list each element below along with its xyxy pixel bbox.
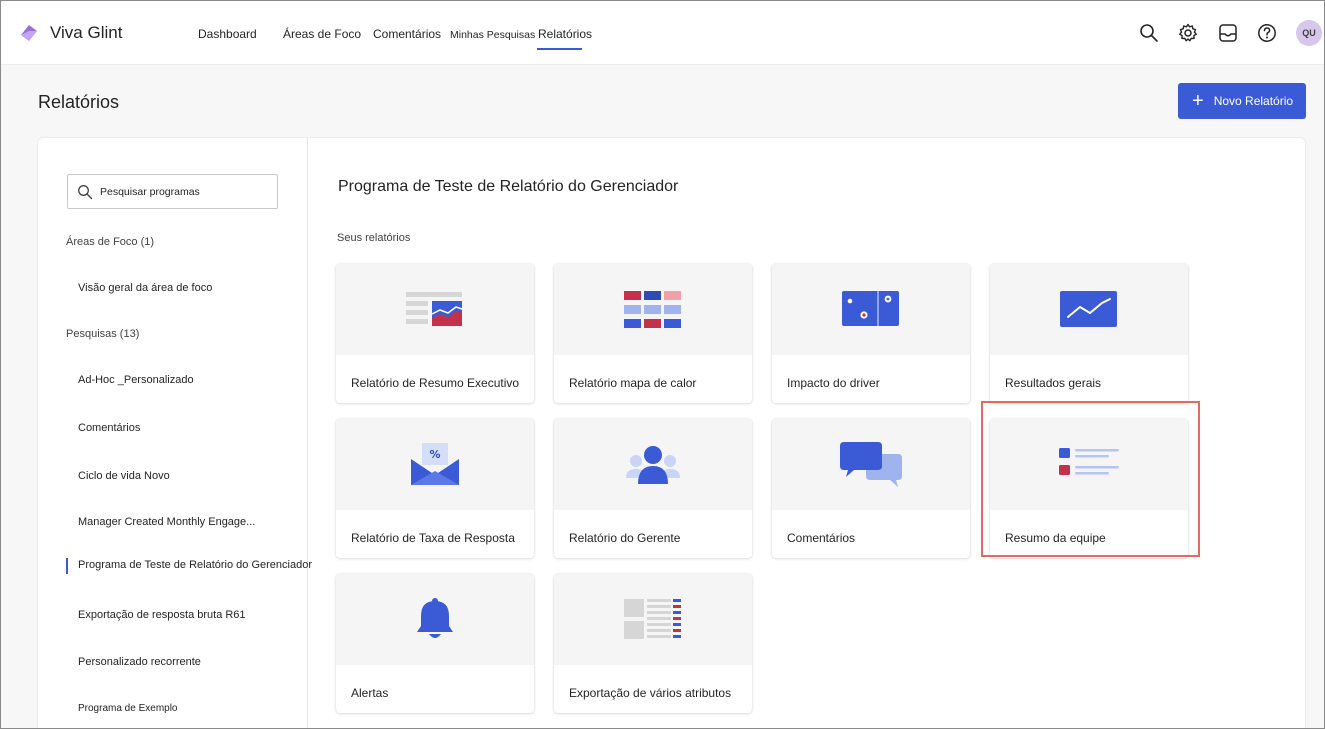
sidebar-item-personalizado[interactable]: Personalizado recorrente — [78, 656, 201, 668]
report-card-manager[interactable]: Relatório do Gerente — [554, 419, 752, 558]
sidebar-item-visao-geral[interactable]: Visão geral da área de foco — [78, 282, 212, 294]
sidebar-item-ciclo-de-vida[interactable]: Ciclo de vida Novo — [78, 470, 170, 482]
page-title: Relatórios — [38, 92, 120, 112]
viva-glint-logo-icon — [21, 25, 37, 41]
program-title: Programa de Teste de Relatório do Gerenc… — [338, 178, 679, 195]
new-report-button[interactable]: + Novo Relatório — [1178, 83, 1306, 119]
sidebar-item-manager-created[interactable]: Manager Created Monthly Engage... — [78, 516, 255, 528]
sidebar-item-ad-hoc[interactable]: Ad-Hoc _Personalizado — [78, 374, 194, 386]
executive-summary-icon — [406, 291, 463, 326]
people-group-icon — [626, 445, 680, 484]
nav-areas-de-foco[interactable]: Áreas de Foco — [283, 27, 361, 41]
report-card-executive-summary[interactable]: Relatório de Resumo Executivo — [336, 264, 534, 403]
app-title: Viva Glint — [50, 23, 123, 42]
report-card-heatmap[interactable]: Relatório mapa de calor — [554, 264, 752, 403]
driver-impact-icon — [842, 290, 899, 326]
card-label: Resultados gerais — [1005, 376, 1102, 390]
sidebar-item-comentarios[interactable]: Comentários — [78, 422, 140, 434]
section-pesquisas: Pesquisas (13) — [66, 328, 140, 340]
report-card-overall-results[interactable]: Resultados gerais — [990, 264, 1188, 403]
nav-comentarios[interactable]: Comentários — [373, 27, 441, 41]
nav-active-indicator — [537, 48, 582, 50]
section-areas-de-foco: Áreas de Foco (1) — [66, 236, 155, 248]
card-label: Impacto do driver — [787, 376, 880, 390]
heatmap-icon — [624, 290, 681, 328]
card-label: Exportação de vários atributos — [569, 686, 732, 700]
sidebar-item-exportacao-bruta[interactable]: Exportação de resposta bruta R61 — [78, 609, 246, 621]
new-report-label: Novo Relatório — [1213, 94, 1294, 108]
report-card-response-rate[interactable]: % Relatório de Taxa de Resposta — [336, 419, 534, 558]
program-search-box[interactable] — [67, 174, 278, 209]
report-card-multi-attribute-export[interactable]: Exportação de vários atributos — [554, 574, 752, 713]
nav-minhas-pesquisas[interactable]: Minhas Pesquisas — [450, 29, 535, 41]
card-label: Comentários — [787, 531, 856, 545]
card-label: Relatório do Gerente — [569, 531, 681, 545]
programs-sidebar: Áreas de Foco (1) Visão geral da área de… — [38, 138, 312, 728]
search-icon — [78, 185, 93, 200]
sidebar-item-programa-teste[interactable]: Programa de Teste de Relatório do Gerenc… — [78, 559, 312, 571]
report-card-driver-impact[interactable]: Impacto do driver — [772, 264, 970, 403]
gear-icon[interactable] — [1177, 22, 1199, 44]
help-icon[interactable] — [1256, 22, 1278, 44]
card-label: Alertas — [351, 686, 389, 700]
card-label: Relatório mapa de calor — [569, 376, 697, 390]
app-window: Viva Glint Dashboard Áreas de Foco Comen… — [0, 0, 1325, 729]
top-bar: Viva Glint Dashboard Áreas de Foco Comen… — [1, 1, 1324, 65]
your-reports-heading: Seus relatórios — [337, 232, 411, 244]
card-label: Relatório de Taxa de Resposta — [351, 531, 515, 545]
trend-chart-icon — [1060, 290, 1117, 327]
sidebar-item-programa-exemplo[interactable]: Programa de Exemplo — [78, 703, 178, 714]
program-search-input[interactable] — [100, 183, 270, 201]
inbox-icon[interactable] — [1217, 22, 1239, 44]
svg-text:%: % — [429, 448, 440, 461]
chat-bubbles-icon — [840, 441, 902, 487]
avatar[interactable]: QU — [1296, 20, 1322, 46]
nav-dashboard[interactable]: Dashboard — [198, 27, 257, 41]
highlight-outline — [981, 401, 1200, 557]
nav-relatorios[interactable]: Relatórios — [538, 27, 592, 41]
bell-icon — [417, 597, 453, 638]
multi-attribute-export-icon — [624, 598, 681, 639]
card-label: Relatório de Resumo Executivo — [351, 376, 520, 390]
report-card-alerts[interactable]: Alertas — [336, 574, 534, 713]
envelope-percent-icon: % — [411, 442, 459, 485]
search-icon[interactable] — [1138, 22, 1160, 44]
plus-icon: + — [1192, 90, 1204, 112]
sidebar-active-indicator — [66, 558, 68, 574]
report-card-comments[interactable]: Comentários — [772, 419, 970, 558]
